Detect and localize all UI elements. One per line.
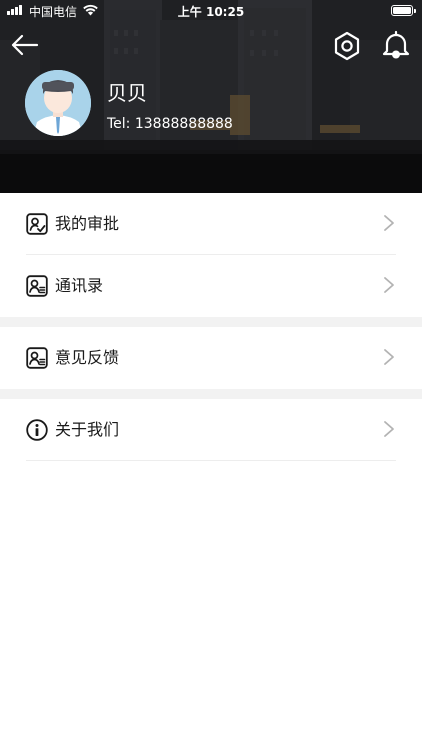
profile-screen: 中国电信 上午 10:25 贝贝 Tel: 13888888888 我的审批 通… [0, 0, 422, 750]
feedback-icon [26, 347, 48, 369]
status-time: 上午 10:25 [177, 5, 245, 19]
menu-item-approvals[interactable]: 我的审批 [0, 193, 422, 255]
menu-item-label: 关于我们 [55, 420, 120, 439]
user-phone: Tel: 13888888888 [107, 116, 233, 132]
menu-item-label: 我的审批 [55, 214, 120, 233]
battery-icon [391, 5, 416, 16]
info-icon [26, 419, 48, 441]
profile-header: 中国电信 上午 10:25 贝贝 Tel: 13888888888 [0, 0, 422, 193]
avatar-icon [25, 70, 91, 136]
menu-item-label: 通讯录 [55, 276, 104, 295]
status-bar: 中国电信 上午 10:25 [0, 0, 422, 22]
section-gap [0, 317, 422, 327]
menu-item-about[interactable]: 关于我们 [0, 399, 422, 461]
user-name: 贝贝 [107, 81, 147, 105]
chevron-right-icon [384, 421, 394, 437]
contacts-icon [26, 275, 48, 297]
chevron-right-icon [384, 215, 394, 231]
chevron-right-icon [384, 277, 394, 293]
back-arrow-icon[interactable] [10, 34, 40, 56]
avatar[interactable] [25, 70, 91, 136]
divider [26, 460, 396, 461]
menu-item-contacts[interactable]: 通讯录 [0, 255, 422, 317]
settings-icon[interactable] [333, 31, 361, 61]
menu-item-label: 意见反馈 [55, 348, 120, 367]
chevron-right-icon [384, 349, 394, 365]
menu-item-feedback[interactable]: 意见反馈 [0, 327, 422, 389]
section-gap [0, 389, 422, 399]
bell-icon[interactable] [381, 29, 411, 61]
approval-icon [26, 213, 48, 235]
